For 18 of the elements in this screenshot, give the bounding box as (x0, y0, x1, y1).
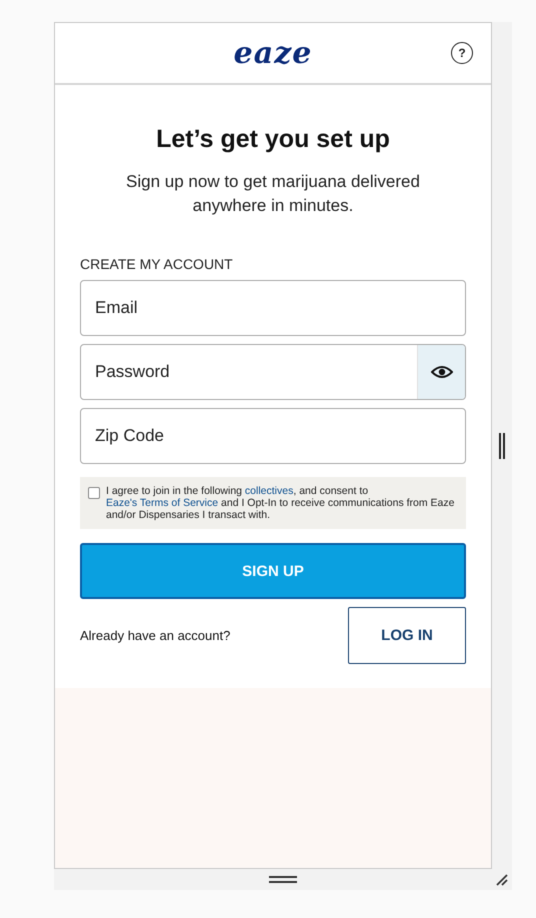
resize-grip-icon[interactable] (496, 874, 508, 886)
eye-icon (430, 365, 452, 379)
heading: Let’s get you set up (155, 125, 391, 154)
input-field[interactable]: Email (80, 280, 466, 336)
login-prompt: Already have an account? (80, 628, 230, 643)
resize-handle-icon[interactable] (269, 876, 297, 883)
resize-handle-icon[interactable] (499, 432, 505, 458)
show-password-button[interactable] (417, 345, 465, 399)
logo: eaze (234, 36, 312, 70)
subtitle: Sign up now to get marijuana delivered anywhere in minutes. (125, 171, 421, 217)
help-button[interactable]: ? (451, 42, 473, 64)
consent-link[interactable]: Eaze's Terms of Service (106, 497, 218, 509)
input-field[interactable]: Zip Code (80, 408, 466, 464)
consent-link[interactable]: collectives (244, 485, 294, 497)
consent-text: I agree to join in the following collectives, and consent to Eaze's Terms of Service and I Opt-In to receive communications from Eaze and/or Dispensaries I transact with. (106, 485, 456, 521)
section-label: CREATE MY ACCOUNT (80, 256, 234, 272)
log-in-button[interactable]: LOG IN (348, 607, 466, 664)
consent-checkbox[interactable] (88, 487, 100, 499)
